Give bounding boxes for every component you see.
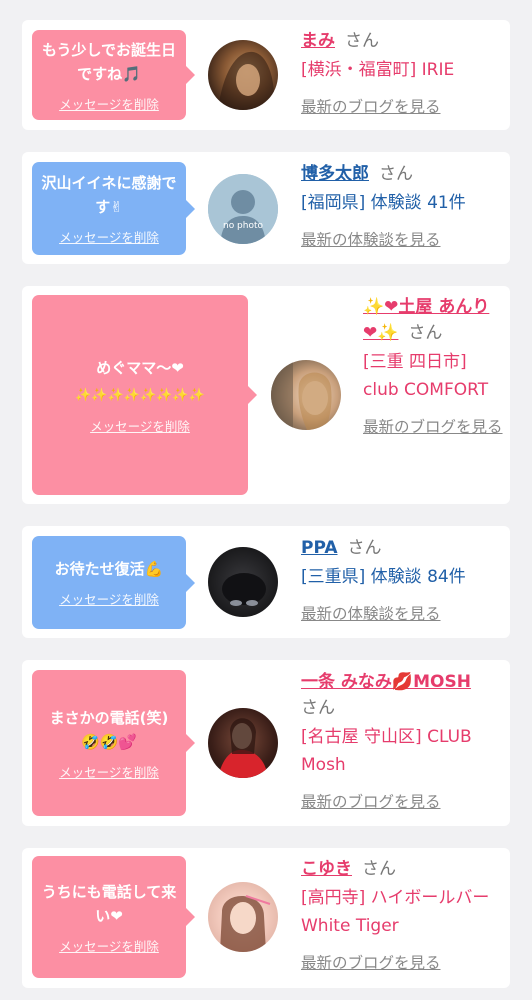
message-card: めぐママ〜❤ ✨✨✨✨✨✨✨✨ メッセージを削除 ✨❤土屋 あんり❤✨ さん [三… <box>22 286 510 504</box>
message-text: 沢山イイネに感謝です✌ <box>41 174 177 216</box>
message-bubble: もう少しでお誕生日ですね🎵 メッセージを削除 <box>32 30 195 120</box>
honorific: さん <box>301 698 335 718</box>
message-bubble: うちにも電話して来い❤ メッセージを削除 <box>32 856 195 978</box>
user-name-link[interactable]: まみ <box>301 31 335 51</box>
message-text: めぐママ〜❤ <box>96 358 184 377</box>
message-bubble: めぐママ〜❤ ✨✨✨✨✨✨✨✨ メッセージを削除 <box>32 295 257 495</box>
user-info: PPA さん [三重県] 体験談 84件 最新の体験談を見る <box>301 535 501 627</box>
user-name-link[interactable]: 一条 みなみ💋MOSH <box>301 672 471 692</box>
avatar-photo <box>222 573 266 606</box>
delete-message-link[interactable]: メッセージを削除 <box>59 936 159 955</box>
avatar-photo <box>218 51 275 110</box>
avatar[interactable] <box>208 40 278 110</box>
shop-info: [名古屋 守山区] CLUB Mosh <box>301 727 472 775</box>
latest-blog-link[interactable]: 最新のブログを見る <box>301 94 501 120</box>
message-text: お待たせ復活💪 <box>54 560 164 578</box>
message-card: まさかの電話(笑)🤣🤣💕 メッセージを削除 一条 みなみ💋MOSH さん [名古屋… <box>22 660 510 826</box>
user-info: 博多太郎 さん [福岡県] 体験談 41件 最新の体験談を見る <box>301 161 501 253</box>
user-info: こゆき さん [高円寺] ハイボールバー White Tiger 最新のブログを見… <box>301 856 501 976</box>
shop-info: [福岡県] 体験談 41件 <box>301 193 466 213</box>
shop-info: [横浜・福富町] IRIE <box>301 60 455 80</box>
avatar[interactable] <box>271 360 341 430</box>
delete-message-link[interactable]: メッセージを削除 <box>59 227 159 246</box>
avatar[interactable] <box>208 708 278 778</box>
honorific: さん <box>408 323 443 343</box>
user-name-link[interactable]: 博多太郎 <box>301 164 369 184</box>
delete-message-link[interactable]: メッセージを削除 <box>59 589 159 608</box>
latest-blog-link[interactable]: 最新のブログを見る <box>363 414 503 440</box>
honorific: さん <box>345 31 379 51</box>
message-bubble: お待たせ復活💪 メッセージを削除 <box>32 536 195 629</box>
message-text: うちにも電話して来い❤ <box>41 882 177 925</box>
message-bubble: 沢山イイネに感謝です✌ メッセージを削除 <box>32 162 195 255</box>
honorific: さん <box>379 164 413 184</box>
no-photo-icon: no photo <box>208 174 278 244</box>
delete-message-link[interactable]: メッセージを削除 <box>90 416 190 435</box>
user-info: ✨❤土屋 あんり❤✨ さん [三重 四日市] club COMFORT 最新のブロ… <box>363 294 503 440</box>
message-bubble: まさかの電話(笑)🤣🤣💕 メッセージを削除 <box>32 670 195 816</box>
message-card: 沢山イイネに感謝です✌ メッセージを削除 no photo 博多太郎 さん [福岡… <box>22 152 510 264</box>
message-text: まさかの電話(笑)🤣🤣💕 <box>49 708 169 751</box>
shop-info: [三重県] 体験談 84件 <box>301 567 466 587</box>
latest-blog-link[interactable]: 最新のブログを見る <box>301 789 506 815</box>
shop-info: [三重 四日市] club COMFORT <box>363 352 489 400</box>
latest-review-link[interactable]: 最新の体験談を見る <box>301 601 501 627</box>
user-name-link[interactable]: PPA <box>301 538 338 558</box>
user-info: まみ さん [横浜・福富町] IRIE 最新のブログを見る <box>301 28 501 120</box>
avatar[interactable]: no photo <box>208 174 278 244</box>
honorific: さん <box>362 859 396 879</box>
message-card: お待たせ復活💪 メッセージを削除 PPA さん [三重県] 体験談 84件 最新の… <box>22 526 510 638</box>
message-card: うちにも電話して来い❤ メッセージを削除 こゆき さん [高円寺] ハイボールバー… <box>22 848 510 988</box>
latest-blog-link[interactable]: 最新のブログを見る <box>301 950 501 976</box>
user-name-link[interactable]: こゆき <box>301 859 352 879</box>
delete-message-link[interactable]: メッセージを削除 <box>59 94 159 113</box>
avatar[interactable] <box>208 882 278 952</box>
avatar-photo <box>220 895 271 952</box>
no-photo-label: no photo <box>223 221 264 231</box>
shop-info: [高円寺] ハイボールバー White Tiger <box>301 888 490 936</box>
message-text: もう少しでお誕生日ですね🎵 <box>41 40 177 83</box>
message-card: もう少しでお誕生日ですね🎵 メッセージを削除 まみ さん [横浜・福富町] IRI… <box>22 20 510 130</box>
avatar[interactable] <box>208 547 278 617</box>
avatar-photo <box>271 360 332 430</box>
delete-message-link[interactable]: メッセージを削除 <box>59 762 159 781</box>
user-info: 一条 みなみ💋MOSH さん [名古屋 守山区] CLUB Mosh 最新のブログ… <box>301 669 506 815</box>
avatar-photo <box>218 718 268 778</box>
honorific: さん <box>347 538 382 558</box>
latest-review-link[interactable]: 最新の体験談を見る <box>301 227 501 253</box>
sparkle-decoration: ✨✨✨✨✨✨✨✨ <box>75 387 205 403</box>
